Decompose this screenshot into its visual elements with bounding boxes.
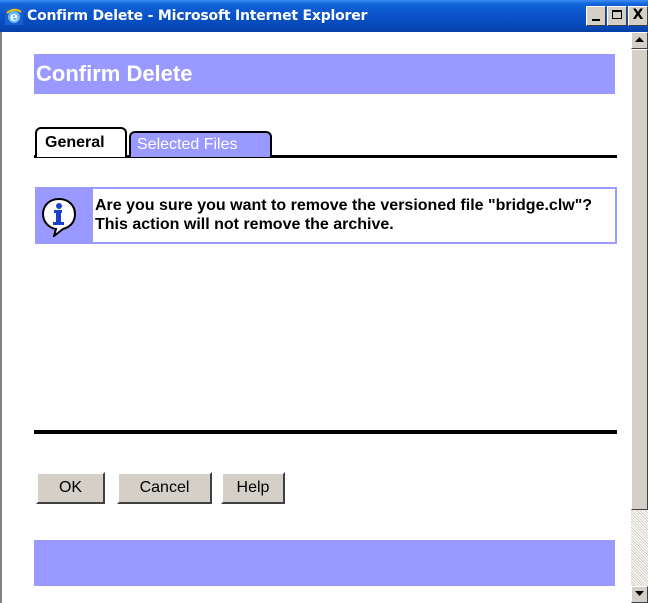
caption-buttons: X — [585, 6, 648, 26]
help-button[interactable]: Help — [221, 472, 285, 504]
cancel-button[interactable]: Cancel — [117, 472, 212, 504]
minimize-icon[interactable] — [586, 6, 606, 26]
scroll-down-arrow-icon[interactable] — [631, 586, 648, 603]
browser-window: e Confirm Delete - Microsoft Internet Ex… — [0, 0, 648, 603]
close-icon[interactable]: X — [628, 6, 648, 26]
tab-general[interactable]: General — [35, 127, 127, 157]
page-content: Confirm Delete General Selected Files Ar… — [0, 32, 631, 603]
maximize-icon[interactable] — [607, 6, 627, 26]
scroll-thumb[interactable] — [631, 49, 648, 510]
confirmation-message-box: Are you sure you want to remove the vers… — [35, 187, 617, 244]
window-title: Confirm Delete - Microsoft Internet Expl… — [27, 8, 368, 24]
scroll-track[interactable] — [631, 510, 648, 590]
title-bar[interactable]: e Confirm Delete - Microsoft Internet Ex… — [0, 0, 648, 32]
tab-selected-files[interactable]: Selected Files — [129, 131, 272, 157]
confirmation-message: Are you sure you want to remove the vers… — [95, 197, 593, 233]
scroll-up-arrow-icon[interactable] — [631, 32, 648, 49]
ie-icon: e — [5, 7, 23, 25]
svg-text:e: e — [10, 10, 18, 25]
header-bar: Confirm Delete — [34, 54, 615, 94]
page-title: Confirm Delete — [36, 61, 193, 86]
divider — [34, 430, 617, 434]
info-icon — [41, 197, 77, 237]
info-icon-cell — [37, 189, 93, 242]
ok-button[interactable]: OK — [36, 472, 105, 504]
vertical-scrollbar[interactable] — [631, 32, 648, 603]
footer-bar — [34, 540, 615, 586]
